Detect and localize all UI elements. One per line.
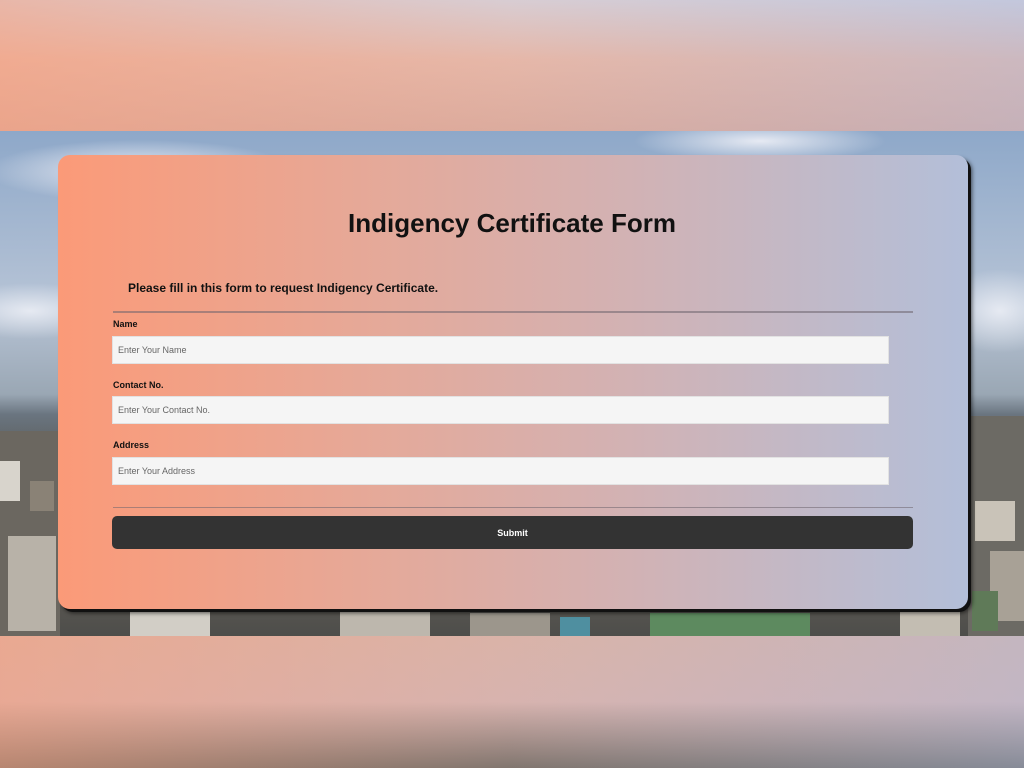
submit-button[interactable]: Submit (112, 516, 913, 549)
form-subtitle: Please fill in this form to request Indi… (128, 281, 439, 295)
background-blur-top (0, 0, 1024, 132)
divider-bottom (113, 507, 913, 508)
divider-top (113, 311, 913, 313)
contact-input[interactable] (112, 396, 889, 424)
name-input[interactable] (112, 336, 889, 364)
contact-label: Contact No. (113, 380, 164, 390)
address-label: Address (113, 440, 150, 450)
address-input[interactable] (112, 457, 889, 485)
name-label: Name (113, 319, 138, 329)
form-title: Indigency Certificate Form (348, 208, 676, 238)
background-blur-bottom (0, 636, 1024, 768)
